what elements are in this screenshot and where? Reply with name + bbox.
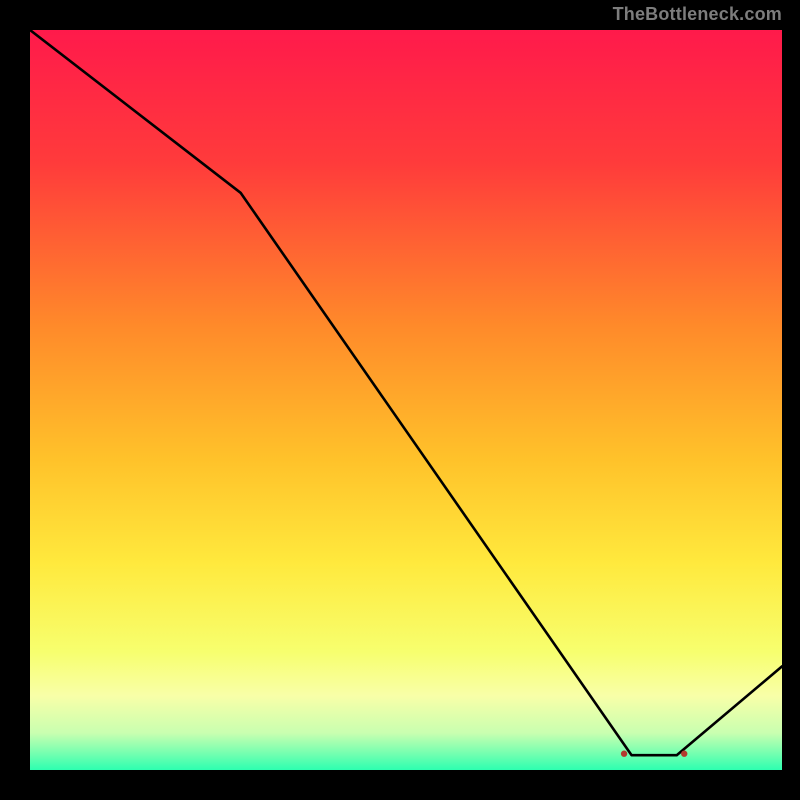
gradient-background: [30, 30, 782, 770]
chart-svg: [30, 30, 782, 770]
optimal-marker-left: [621, 751, 627, 757]
optimal-marker-right: [681, 751, 687, 757]
plot-area: [30, 30, 782, 770]
chart-frame: TheBottleneck.com: [0, 0, 800, 800]
attribution-text: TheBottleneck.com: [613, 4, 782, 25]
